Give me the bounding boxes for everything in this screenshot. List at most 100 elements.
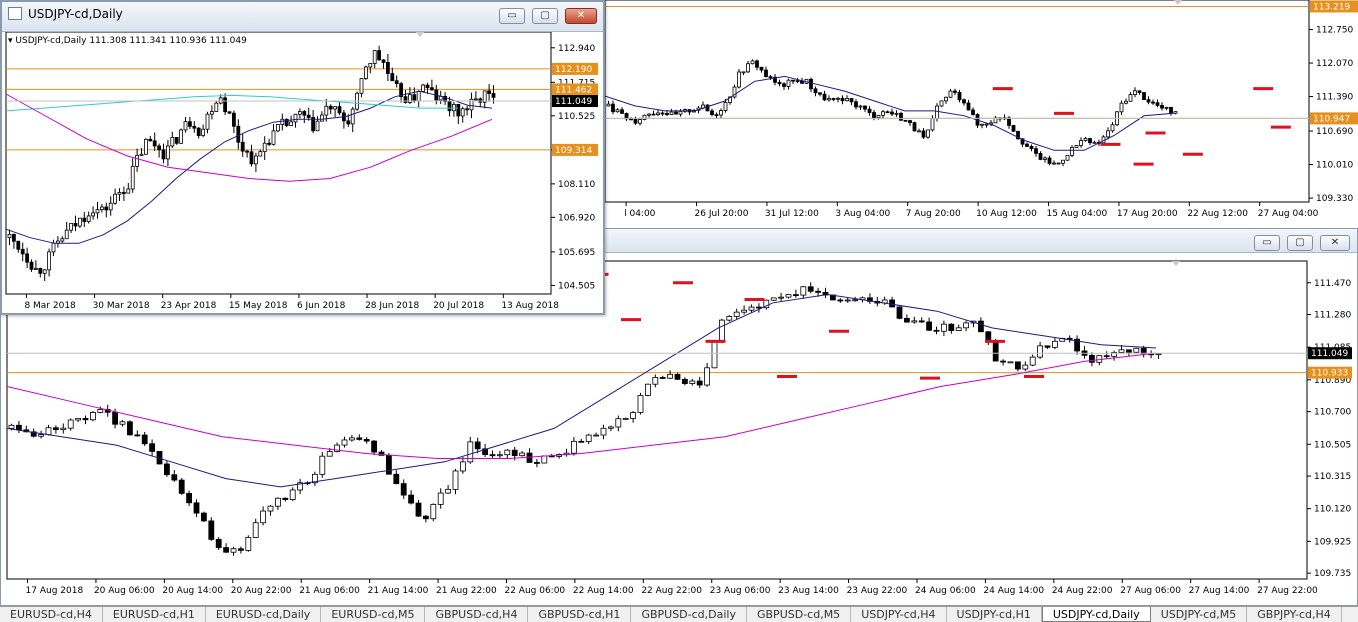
- candle-body: [363, 66, 368, 79]
- candle-body: [541, 455, 548, 464]
- candle-body: [791, 79, 795, 82]
- candle-body: [689, 380, 696, 384]
- candle-body: [1092, 141, 1097, 144]
- candle-body: [465, 108, 470, 111]
- y-tick-label: 110.525: [558, 112, 595, 122]
- candle-body: [1011, 125, 1016, 132]
- candle-body: [1088, 138, 1092, 144]
- candle-body: [193, 502, 200, 514]
- daily-chart[interactable]: 112.940111.715110.525109.314108.110106.9…: [2, 32, 603, 313]
- candle-body: [267, 142, 272, 145]
- chart-tab[interactable]: GBPUSD-cd,M5: [747, 607, 852, 622]
- candle-body: [1151, 101, 1155, 104]
- candle-body: [53, 427, 59, 430]
- candle-body: [127, 421, 133, 436]
- chart-tab[interactable]: USDJPY-cd,Daily: [1041, 607, 1151, 622]
- candle-body: [813, 88, 818, 94]
- x-tick-label: 7 Aug 20:00: [906, 209, 961, 219]
- candle-body: [665, 113, 669, 115]
- candle-body: [1089, 354, 1095, 363]
- candle-body: [271, 130, 276, 145]
- chart-tab[interactable]: EURUSD-cd,H1: [103, 607, 206, 622]
- close-button[interactable]: ✕: [1320, 235, 1350, 251]
- chart-tab[interactable]: GBPUSD-cd,H4: [425, 607, 529, 622]
- candle-body: [1047, 157, 1052, 164]
- candle-body: [1160, 105, 1164, 109]
- candle-body: [1124, 100, 1128, 104]
- close-button[interactable]: ✕: [565, 8, 597, 24]
- candle-body: [482, 90, 487, 103]
- candle-body: [1133, 347, 1140, 353]
- candle-body: [608, 426, 614, 429]
- minimize-button[interactable]: ▭: [1254, 235, 1280, 251]
- candle-body: [100, 206, 104, 211]
- candle-body: [393, 473, 400, 485]
- candle-body: [894, 112, 899, 115]
- candle-body: [845, 98, 849, 102]
- candle-body: [356, 437, 363, 440]
- chart-tab[interactable]: GBPJPY-cd,H4: [1247, 607, 1342, 622]
- candle-body: [245, 150, 250, 153]
- candle-body: [962, 99, 966, 104]
- candle-body: [908, 120, 912, 124]
- candle-body: [282, 497, 289, 500]
- x-tick-label: 27 Aug 14:00: [1189, 586, 1250, 596]
- x-tick-label: 21 Aug 14:00: [368, 586, 429, 596]
- candle-body: [966, 102, 971, 111]
- candle-body: [992, 341, 999, 362]
- candle-body: [1022, 364, 1029, 370]
- daily-titlebar[interactable]: USDJPY-cd,Daily ▭ ▢ ✕: [2, 2, 603, 32]
- candle-body: [748, 306, 755, 311]
- candle-body: [381, 59, 386, 63]
- candle-body: [741, 71, 746, 74]
- minimize-button[interactable]: ▭: [499, 8, 525, 24]
- candle-body: [926, 129, 930, 138]
- candle-body: [1070, 146, 1074, 156]
- chart-tab[interactable]: EURUSD-cd,H4: [0, 607, 103, 622]
- candle-body: [47, 251, 51, 271]
- candle-body: [104, 206, 109, 211]
- chart-tab[interactable]: USDJPY-cd,H1: [947, 607, 1042, 622]
- chart-tab[interactable]: GBPUSD-cd,Daily: [631, 607, 747, 622]
- maximize-button[interactable]: ▢: [532, 8, 558, 24]
- candle-body: [840, 97, 845, 102]
- candle-body: [15, 424, 22, 431]
- candle-body: [487, 90, 492, 94]
- candle-body: [67, 419, 74, 429]
- candle-body: [638, 119, 642, 124]
- chart-tab[interactable]: USDJPY-cd,H4: [851, 607, 947, 622]
- chart-tab[interactable]: EURUSD-cd,M5: [321, 607, 426, 622]
- candle-body: [711, 341, 718, 369]
- y-tick-label: 109.330: [1316, 194, 1353, 204]
- current-price-label: 111.049: [1311, 349, 1348, 359]
- candle-body: [1061, 159, 1065, 164]
- candle-body: [315, 120, 320, 132]
- candle-body: [1118, 349, 1125, 353]
- top-chart[interactable]: 112.750 112.070 111.390 110.690 110.010 109.3…: [605, 0, 1358, 228]
- candle-body: [678, 111, 683, 115]
- current-price-label: 111.049: [555, 97, 592, 107]
- candle-body: [1052, 162, 1056, 165]
- candle-body: [733, 311, 740, 317]
- candle-body: [403, 96, 408, 103]
- candle-body: [726, 316, 733, 321]
- candle-body: [437, 492, 444, 505]
- chart-tab[interactable]: EURUSD-cd,Daily: [206, 607, 322, 622]
- y-tick-label: 108.110: [558, 180, 595, 190]
- x-tick-label: 21 Aug 22:00: [436, 586, 497, 596]
- chart-tab[interactable]: GBPUSD-cd,H1: [528, 607, 632, 622]
- chart-tab[interactable]: USDJPY-cd,M5: [1151, 607, 1248, 622]
- y-tick-label: 112.750: [1316, 26, 1353, 36]
- candle-body: [647, 113, 651, 116]
- x-tick-label: 15 Aug 04:00: [1047, 209, 1108, 219]
- candle-body: [218, 97, 223, 104]
- candle-body: [267, 505, 274, 512]
- candle-body: [341, 439, 348, 446]
- candle-body: [1137, 90, 1142, 94]
- candle-body: [831, 98, 836, 100]
- candle-body: [394, 80, 399, 84]
- candle-body: [324, 105, 329, 116]
- maximize-button[interactable]: ▢: [1287, 235, 1313, 251]
- candle-body: [408, 494, 415, 504]
- candle-body: [86, 215, 91, 222]
